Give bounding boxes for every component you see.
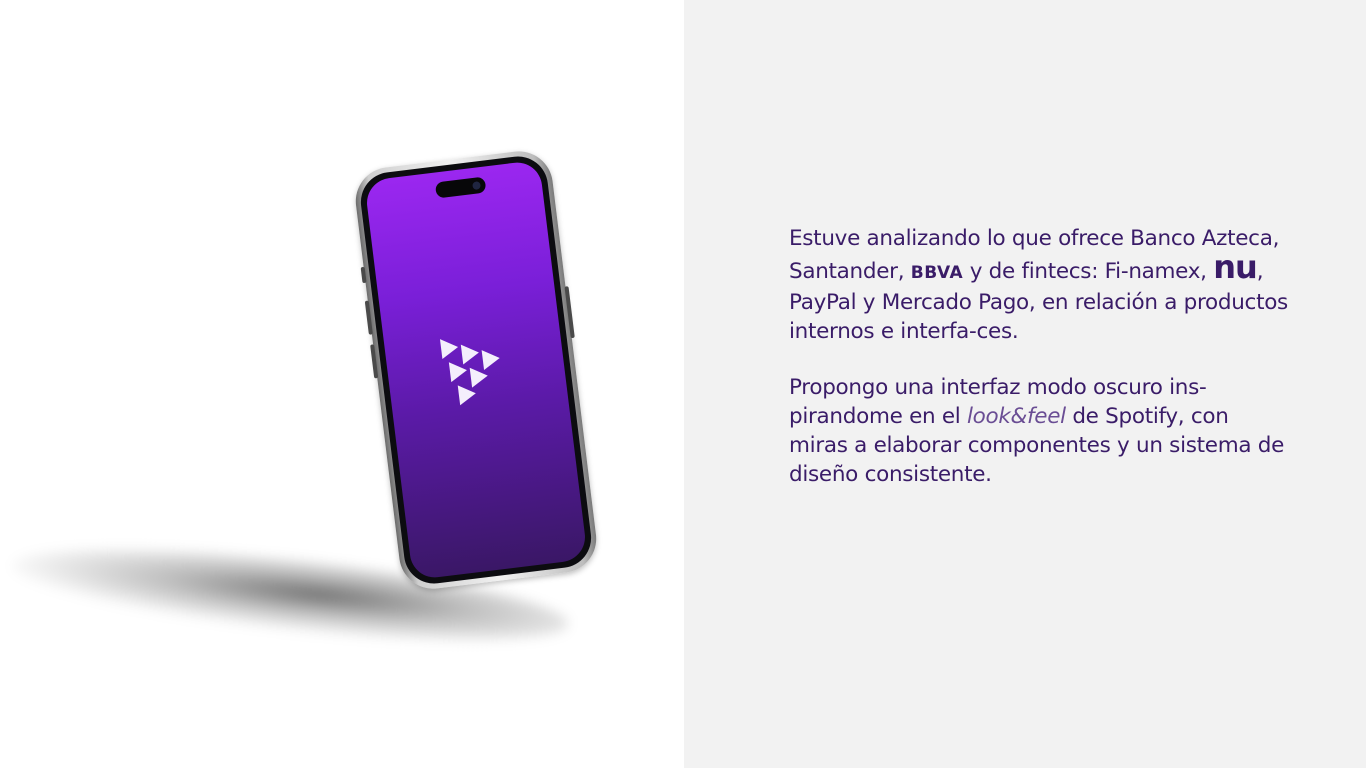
logo-triangle bbox=[457, 383, 478, 406]
paragraph-proposal: Propongo una interfaz modo oscuro ins-pi… bbox=[789, 373, 1289, 489]
bbva-wordmark: BBVA bbox=[910, 263, 964, 283]
app-logo-icon bbox=[435, 324, 525, 423]
description-text: Estuve analizando lo que ofrece Banco Az… bbox=[789, 224, 1289, 489]
nu-wordmark: nu bbox=[1213, 248, 1258, 286]
phone-mockup bbox=[351, 147, 601, 593]
mockup-panel bbox=[0, 0, 684, 768]
camera-icon bbox=[472, 181, 481, 191]
paragraph-analysis: Estuve analizando lo que ofrece Banco Az… bbox=[789, 224, 1289, 346]
look-and-feel-emphasis: look&feel bbox=[967, 404, 1066, 429]
logo-triangle bbox=[448, 360, 469, 383]
logo-triangle bbox=[439, 337, 460, 360]
paragraph-analysis-part2: y de fintecs: Fi-namex, bbox=[963, 259, 1214, 284]
dynamic-island bbox=[434, 176, 487, 199]
